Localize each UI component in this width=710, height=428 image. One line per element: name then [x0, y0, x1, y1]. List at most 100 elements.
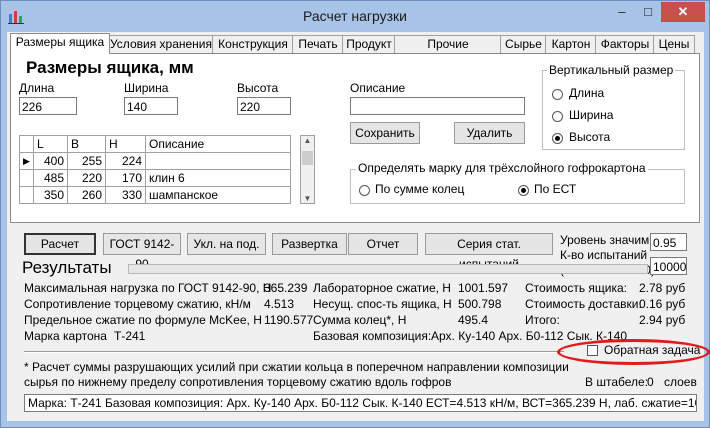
- radio-ring-sum-label[interactable]: По сумме колец: [375, 182, 464, 196]
- gost-button[interactable]: ГОСТ 9142-90: [103, 233, 181, 271]
- tab-factors[interactable]: Факторы: [595, 35, 655, 53]
- status-summary-field[interactable]: Марка: Т-241 Базовая композиция: Арх. Ку…: [24, 394, 697, 412]
- radio-ect-label[interactable]: По ЕСТ: [534, 182, 576, 196]
- save-button[interactable]: Сохранить: [350, 122, 420, 144]
- calculate-button[interactable]: Расчет: [24, 233, 96, 255]
- progress-bar: [128, 264, 648, 274]
- cost-label: Стоимость доставки:: [525, 297, 642, 311]
- width-label: Ширина: [124, 81, 169, 95]
- close-button[interactable]: ✕: [661, 2, 705, 22]
- length-label: Длина: [19, 81, 55, 95]
- highlight-ellipse: [557, 339, 710, 365]
- scroll-down-icon[interactable]: ▼: [301, 194, 314, 203]
- cost-label: Итого:: [525, 313, 560, 327]
- cost-value: 2.94 руб: [639, 313, 686, 327]
- client-area: Размеры ящика Условия хранения Конструкц…: [7, 32, 710, 421]
- description-input[interactable]: [350, 97, 525, 115]
- table-cell[interactable]: [145, 152, 291, 170]
- row-selector: [19, 169, 34, 187]
- row-selector-header: [19, 135, 34, 153]
- confidence-input[interactable]: 0.95: [650, 233, 687, 251]
- grade-value: Т-241: [114, 329, 146, 343]
- height-label: Высота: [237, 81, 279, 95]
- stack-unit: слоев: [664, 375, 697, 389]
- cost-label: Стоимость ящика:: [525, 281, 628, 295]
- table-row[interactable]: ▶ 400 255 224: [19, 152, 291, 170]
- delete-button[interactable]: Удалить: [454, 122, 525, 144]
- test-series-button[interactable]: Серия стат. испытаний: [425, 233, 553, 271]
- radio-height-label[interactable]: Высота: [569, 130, 610, 144]
- height-input[interactable]: 220: [237, 97, 291, 115]
- footnote-line-1: * Расчет суммы разрушающих усилий при сж…: [24, 360, 569, 374]
- result-value: 1190.577: [264, 313, 314, 327]
- stack-label: В штабеле:: [585, 375, 649, 389]
- tab-cardboard[interactable]: Картон: [545, 35, 597, 53]
- scrollbar-thumb[interactable]: [302, 151, 313, 165]
- tab-storage-conditions[interactable]: Условия хранения: [108, 35, 214, 53]
- result-label: Несущ. спос-ть ящика, Н: [313, 297, 452, 311]
- radio-height[interactable]: [552, 133, 563, 144]
- scroll-up-icon[interactable]: ▲: [301, 136, 314, 145]
- column-header-description: Описание: [145, 135, 291, 153]
- radio-width[interactable]: [552, 111, 563, 122]
- divider: [24, 351, 564, 353]
- tab-product[interactable]: Продукт: [342, 35, 396, 53]
- tab-print[interactable]: Печать: [292, 35, 344, 53]
- table-scrollbar[interactable]: ▲ ▼: [300, 135, 315, 204]
- radio-length-label[interactable]: Длина: [569, 86, 604, 100]
- radio-width-label[interactable]: Ширина: [569, 108, 613, 122]
- tab-construction[interactable]: Конструкция: [212, 35, 294, 53]
- row-selector: [19, 186, 34, 204]
- result-value: 1001.597: [458, 281, 509, 295]
- table-row[interactable]: 485 220 170 клин 6: [19, 169, 291, 187]
- result-label: Сумма колец*, Н: [313, 313, 407, 327]
- length-input[interactable]: 226: [19, 97, 77, 115]
- pallet-layout-button[interactable]: Укл. на под.: [187, 233, 266, 255]
- unfold-button[interactable]: Развертка: [272, 233, 347, 255]
- brand-determination-title: Определять марку для трёхслойного гофрок…: [356, 161, 648, 175]
- table-row[interactable]: 350 260 330 шампанское: [19, 186, 291, 204]
- tests-count-input[interactable]: 10000: [650, 257, 687, 275]
- result-label: Предельное сжатие по формуле McKee, Н: [24, 313, 262, 327]
- tab-prices[interactable]: Цены: [653, 35, 695, 53]
- footnote-line-2: сырья по нижнему пределу сопротивления т…: [24, 375, 452, 389]
- base-composition-label: Базовая композиция:: [313, 329, 432, 343]
- title-bar[interactable]: Расчет нагрузки – □ ✕: [1, 1, 709, 31]
- table-cell[interactable]: 260: [67, 186, 106, 204]
- radio-ring-sum[interactable]: [359, 185, 370, 196]
- table-cell[interactable]: клин 6: [145, 169, 291, 187]
- tab-box-dimensions[interactable]: Размеры ящика: [10, 33, 110, 54]
- width-input[interactable]: 140: [124, 97, 178, 115]
- tab-other-params[interactable]: Прочие параметры: [394, 35, 502, 68]
- radio-length[interactable]: [552, 89, 563, 100]
- table-cell[interactable]: 400: [33, 152, 68, 170]
- table-cell[interactable]: 350: [33, 186, 68, 204]
- box-heading: Размеры ящика, мм: [26, 58, 194, 77]
- result-value: 365.239: [264, 281, 308, 295]
- table-cell[interactable]: 255: [67, 152, 106, 170]
- table-cell[interactable]: шампанское: [145, 186, 291, 204]
- result-label: Максимальная нагрузка по ГОСТ 9142-90, Н: [24, 281, 272, 295]
- vertical-dimension-group: [542, 70, 685, 150]
- vertical-dimension-title: Вертикальный размер: [547, 63, 676, 77]
- description-label: Описание: [350, 81, 406, 95]
- cost-value: 0.16 руб: [639, 297, 686, 311]
- result-label: Лабораторное сжатие, Н: [313, 281, 451, 295]
- table-cell[interactable]: 485: [33, 169, 68, 187]
- result-value: 500.798: [458, 297, 502, 311]
- minimize-button[interactable]: –: [609, 2, 635, 22]
- main-window: Расчет нагрузки – □ ✕ Размеры ящика Усло…: [0, 0, 710, 428]
- table-cell[interactable]: 170: [105, 169, 146, 187]
- maximize-button[interactable]: □: [635, 2, 661, 22]
- column-header-l: L: [33, 135, 68, 153]
- current-row-indicator: ▶: [19, 152, 34, 170]
- table-cell[interactable]: 220: [67, 169, 106, 187]
- confidence-label: Уровень значим.: [560, 233, 653, 247]
- radio-ect[interactable]: [518, 185, 529, 196]
- table-cell[interactable]: 330: [105, 186, 146, 204]
- box-sizes-table[interactable]: L B H Описание ▶ 400 255 224 485 220 170: [19, 135, 291, 204]
- tab-raw-materials[interactable]: Сырье: [500, 35, 547, 53]
- grade-label: Марка картона: [24, 329, 107, 343]
- report-button[interactable]: Отчет: [348, 233, 418, 255]
- table-cell[interactable]: 224: [105, 152, 146, 170]
